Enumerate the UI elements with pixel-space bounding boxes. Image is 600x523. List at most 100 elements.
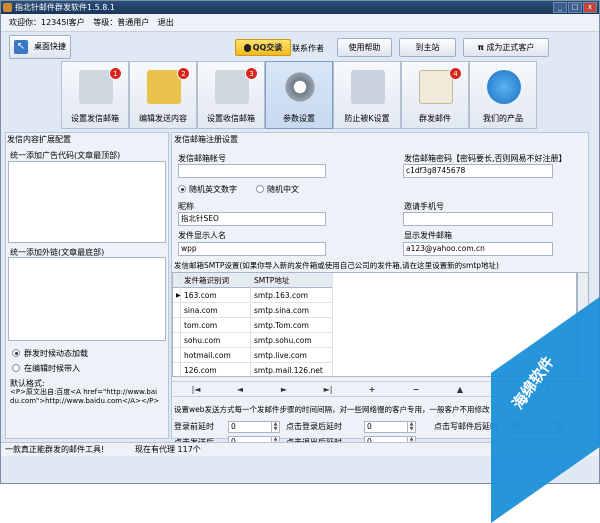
close-button[interactable]: x [583, 2, 597, 13]
next-record-button[interactable]: ► [264, 384, 304, 396]
spin-arrows-icon[interactable]: ▲▼ [271, 422, 279, 432]
qq-chat-label: QQ交谈 [252, 43, 283, 52]
tab-edit-content[interactable]: 2 编辑发送内容 [129, 61, 197, 129]
prev-record-button[interactable]: ◄ [220, 384, 260, 396]
tab-anti-block[interactable]: 防止被K设置 [333, 61, 401, 129]
grid-cell[interactable]: smtp.sohu.com [251, 333, 333, 348]
after-login-stepper[interactable]: 0 ▲ ▼ [364, 421, 416, 433]
app-window: 指北针邮件群发软件1.5.8.1 _ □ x 欢迎你：12345l客户 等级：普… [0, 0, 600, 523]
display-mail-input[interactable]: a123@yahoo.com.cn [403, 242, 553, 256]
table-row[interactable]: hotmail.com smtp.live.com [173, 348, 333, 363]
gear-icon [283, 70, 317, 104]
status-slogan: 一款真正能群发的邮件工具! [5, 445, 105, 454]
column-header[interactable]: 发件箱识别词 [181, 273, 251, 288]
title-bar: 指北针邮件群发软件1.5.8.1 _ □ x [1, 1, 599, 14]
pi-icon: π [477, 43, 484, 52]
account-label: 发信邮箱帐号 [178, 154, 226, 163]
table-row[interactable]: ▶ 163.com smtp.163.com [173, 288, 333, 303]
become-official-label: 成为正式客户 [486, 43, 535, 52]
phone-label: 邀请手机号 [404, 202, 444, 211]
login-delay-stepper[interactable]: 0 ▲ ▼ [228, 421, 280, 433]
first-record-button[interactable]: |◄ [176, 384, 216, 396]
edit-record-button[interactable]: ▲ [440, 384, 480, 396]
tab-label: 设置发信邮箱 [71, 114, 119, 123]
become-official-button[interactable]: π 成为正式客户 [463, 38, 549, 57]
content-extension-panel: 发信内容扩展配置 统一添加广告代码(文章最顶部) 统一添加外链(文章最底部) 群… [5, 132, 169, 439]
logout-link[interactable]: 退出 [158, 18, 174, 27]
dynamic-load-label: 群发时候动态加载 [24, 349, 88, 358]
grid-cell[interactable]: sina.com [181, 303, 251, 318]
delete-record-button[interactable]: − [396, 384, 436, 396]
minimize-button[interactable]: _ [553, 2, 567, 13]
grid-cell[interactable]: 126.com [181, 363, 251, 376]
grid-cell[interactable]: smtp.sina.com [251, 303, 333, 318]
after-write-label: 点击写邮件后延时 [434, 422, 498, 431]
interval-description: 设置web发送方式每一个发邮件步骤的时间间隔，对一些网络慢的客户专用，一般客户不… [174, 405, 490, 414]
random-chinese-label: 随机中文 [267, 185, 299, 194]
tab-recipient-mailbox[interactable]: 3 设置收信邮箱 [197, 61, 265, 129]
nickname-input[interactable]: 指北针SEO [178, 212, 326, 226]
login-delay-label: 登录前延时 [174, 422, 214, 431]
random-chinese-radio[interactable] [256, 185, 264, 193]
user-bar: 欢迎你：12345l客户 等级：普通用户 退出 [1, 14, 599, 32]
tab-label: 参数设置 [283, 114, 315, 123]
spin-arrows-icon[interactable]: ▲▼ [407, 422, 415, 432]
edit-insert-label: 在编辑时候带入 [24, 364, 80, 373]
tab-label: 设置收信邮箱 [207, 114, 255, 123]
edit-insert-radio[interactable] [12, 364, 20, 372]
display-mail-label: 显示发件邮箱 [404, 231, 452, 240]
nickname-label: 昵称 [178, 202, 194, 211]
password-label: 发信邮箱密码【密码要长,否则网易不好注册】 [404, 154, 567, 163]
add-document-icon [147, 70, 181, 104]
add-record-button[interactable]: + [352, 384, 392, 396]
account-input[interactable] [178, 164, 326, 178]
panel-title: 发信内容扩展配置 [7, 135, 71, 144]
ad-code-textarea[interactable] [8, 161, 166, 243]
help-button[interactable]: 使用帮助 [337, 38, 392, 57]
table-row[interactable]: sohu.com smtp.sohu.com [173, 333, 333, 348]
tab-parameters[interactable]: 参数设置 [265, 61, 333, 129]
phone-input[interactable] [403, 212, 553, 226]
desktop-shortcut-button[interactable]: ↖ 桌面快捷 [9, 35, 71, 59]
arrow-icon: ↖ [14, 40, 28, 54]
random-alnum-label: 随机英文数字 [189, 185, 237, 194]
qq-icon [243, 43, 251, 52]
table-row[interactable]: 126.com smtp.mail.126.net [173, 363, 333, 376]
desktop-shortcut-label: 桌面快捷 [34, 42, 66, 51]
tab-sender-mailbox[interactable]: 1 设置发信邮箱 [61, 61, 129, 129]
gear-document-icon [215, 70, 249, 104]
password-input[interactable]: c1df3g8745678 [403, 164, 553, 178]
qq-chat-button[interactable]: QQ交谈 [235, 39, 291, 56]
level-text: 等级：普通用户 [93, 18, 150, 27]
grid-cell[interactable]: hotmail.com [181, 348, 251, 363]
gear-document-icon [79, 70, 113, 104]
sender-name-label: 发件显示人名 [178, 231, 226, 240]
window-title: 指北针邮件群发软件1.5.8.1 [15, 3, 115, 12]
last-record-button[interactable]: ►| [308, 384, 348, 396]
grid-header: 发件箱识别词 SMTP地址 [173, 273, 333, 288]
dynamic-load-radio[interactable] [12, 349, 20, 357]
maximize-button[interactable]: □ [568, 2, 582, 13]
table-row[interactable]: sina.com smtp.sina.com [173, 303, 333, 318]
grid-cell[interactable]: sohu.com [181, 333, 251, 348]
tab-our-products[interactable]: 我们的产品 [469, 61, 537, 129]
contact-author-link[interactable]: 联系作者 [292, 43, 324, 54]
new-badge-icon [487, 70, 521, 104]
external-link-textarea[interactable] [8, 257, 166, 341]
stepper-value: 0 [367, 422, 372, 431]
main-site-button[interactable]: 到主站 [399, 38, 456, 57]
tab-send-mail[interactable]: 4 群发邮件 [401, 61, 469, 129]
step-badge: 3 [245, 67, 258, 80]
grid-cell[interactable]: tom.com [181, 318, 251, 333]
random-alnum-radio[interactable] [178, 185, 186, 193]
grid-cell[interactable]: smtp.mail.126.net [251, 363, 333, 376]
grid-cell[interactable]: smtp.163.com [251, 288, 333, 303]
grid-cell[interactable]: smtp.live.com [251, 348, 333, 363]
envelope-icon [419, 70, 453, 104]
grid-cell[interactable]: smtp.Tom.com [251, 318, 333, 333]
sender-name-input[interactable]: wpp [178, 242, 326, 256]
grid-cell[interactable]: 163.com [181, 288, 251, 303]
table-row[interactable]: tom.com smtp.Tom.com [173, 318, 333, 333]
column-header[interactable]: SMTP地址 [251, 273, 333, 288]
ribbon-toolbar: 1 设置发信邮箱 2 编辑发送内容 3 设置收信邮箱 参数设置 防止被K设置 4… [61, 61, 541, 129]
